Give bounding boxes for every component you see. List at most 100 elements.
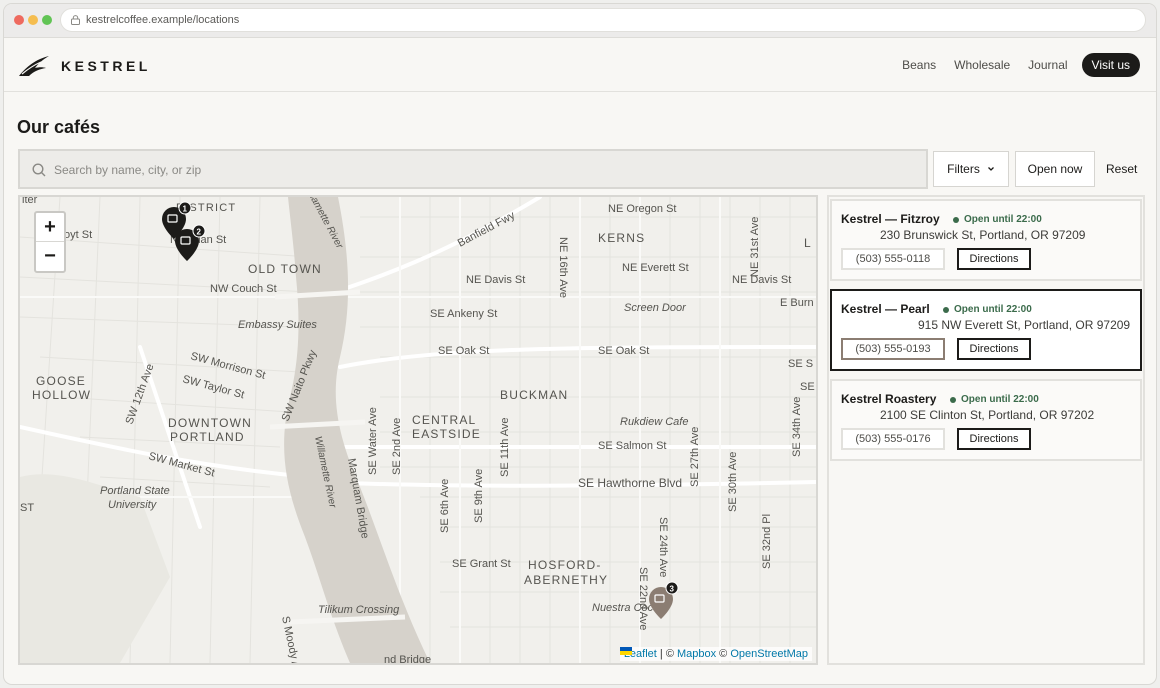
map-label-embassy: Embassy Suites (238, 319, 317, 331)
location-name: Kestrel — Pearl (841, 302, 930, 316)
location-name: Kestrel Roastery (841, 392, 937, 406)
map-label-oak2: SE Oak St (598, 345, 649, 357)
map-label-downtown: DOWNTOWN (168, 416, 252, 430)
map-label-hosford: HOSFORD- (528, 558, 602, 572)
open-now-toggle[interactable]: Open now (1015, 151, 1095, 187)
map-view[interactable]: DISTRICT NW Flan St OLD TOWN NW Couch St… (18, 195, 818, 665)
location-list: Kestrel — Fitzroy Open until 22:00 230 B… (827, 195, 1145, 665)
zoom-control: + − (34, 211, 66, 273)
zoom-out-button[interactable]: − (36, 242, 64, 271)
site-header: KESTREL Beans Wholesale Journal Visit us (4, 38, 1156, 92)
search-input[interactable] (54, 161, 914, 179)
map-label-ankeny: SE Ankeny St (430, 308, 497, 320)
location-card-fitzroy[interactable]: Kestrel — Fitzroy Open until 22:00 230 B… (830, 199, 1142, 281)
attribution-separator: © (716, 648, 731, 660)
map-label-bridge: nd Bridge (384, 654, 431, 663)
open-status: Open until 22:00 (943, 304, 1032, 315)
map-label-central: CENTRAL (412, 413, 476, 427)
map-label-portland: PORTLAND (170, 430, 245, 444)
map-label-ne-31st: NE 31st Ave (749, 217, 761, 277)
map-label-hoyt: oyt St (64, 229, 92, 241)
location-card-roastery[interactable]: Kestrel Roastery Open until 22:00 2100 S… (830, 379, 1142, 461)
map-label-se-27th: SE 27th Ave (689, 427, 701, 487)
url-text: kestrelcoffee.example/locations (86, 14, 240, 26)
lock-icon (71, 15, 80, 25)
map-label-edge-l: L (804, 236, 811, 250)
directions-button[interactable]: Directions (957, 338, 1031, 360)
kestrel-logo-icon[interactable] (18, 55, 50, 77)
map-label-edge-iter: iter (22, 197, 38, 206)
location-address: 230 Brunswick St, Portland, OR 97209 (880, 228, 1086, 242)
nav-link-beans[interactable]: Beans (902, 58, 936, 72)
osm-link[interactable]: OpenStreetMap (730, 648, 808, 660)
map-label-e-burn: E Burn (780, 297, 814, 309)
map-label-water-ave: SE Water Ave (367, 407, 379, 475)
map-label-tilikum: Tilikum Crossing (318, 604, 400, 616)
close-dot[interactable] (14, 15, 24, 25)
open-status-text: Open until 22:00 (961, 394, 1039, 405)
ukraine-flag-icon (619, 647, 632, 655)
minimize-dot[interactable] (28, 15, 38, 25)
map-label-ne-16th: NE 16th Ave (557, 237, 569, 298)
phone-button[interactable]: (503) 555-0193 (841, 338, 945, 360)
nav-link-journal[interactable]: Journal (1028, 58, 1067, 72)
map-label-se-32nd: SE 32nd Pl (761, 514, 773, 569)
map-label-se-22nd: SE 22nd Ave (637, 567, 649, 630)
marker-2-number: 2 (197, 228, 202, 237)
page-title: Our cafés (17, 117, 101, 137)
location-address: 2100 SE Clinton St, Portland, OR 97202 (880, 408, 1095, 422)
directions-button[interactable]: Directions (957, 428, 1031, 450)
open-status-text: Open until 22:00 (954, 304, 1032, 315)
open-status: Open until 22:00 (950, 394, 1039, 405)
address-bar[interactable]: kestrelcoffee.example/locations (60, 8, 1146, 32)
status-dot-icon (943, 306, 949, 313)
map-label-edge-se: SE (800, 381, 815, 393)
mapbox-link[interactable]: Mapbox (677, 648, 716, 660)
directions-button[interactable]: Directions (957, 248, 1031, 270)
open-now-label: Open now (1027, 162, 1083, 176)
status-dot-icon (950, 396, 956, 403)
map-label-se-6th: SE 6th Ave (439, 479, 451, 533)
phone-button[interactable]: (503) 555-0118 (841, 248, 945, 270)
map-label-edge-st: ST (20, 502, 34, 514)
chevron-down-icon (987, 167, 994, 171)
map-label-everett: NE Everett St (622, 262, 689, 274)
map-label-se-34th: SE 34th Ave (791, 397, 803, 457)
filters-label: Filters (947, 162, 980, 176)
map-label-nuestra: Nuestra Coc (592, 602, 654, 614)
map-label-psu: Portland State (100, 485, 170, 497)
reset-button[interactable]: Reset (1106, 162, 1137, 176)
map-label-goose: GOOSE (36, 374, 86, 388)
map-label-davis2: NE Davis St (732, 274, 791, 286)
zoom-in-button[interactable]: + (36, 213, 64, 242)
map-label-hollow: HOLLOW (32, 388, 91, 402)
brand-wordmark[interactable]: KESTREL (61, 58, 151, 74)
search-icon (32, 163, 46, 177)
maximize-dot[interactable] (42, 15, 52, 25)
filters-button[interactable]: Filters (933, 151, 1009, 187)
locator-toolbar: Filters Open now Reset (18, 149, 1142, 189)
map-label-davis: NE Davis St (466, 274, 525, 286)
map-tiles[interactable]: DISTRICT NW Flan St OLD TOWN NW Couch St… (20, 197, 816, 663)
map-label-salmon: SE Salmon St (598, 440, 666, 452)
map-label-university: University (108, 499, 158, 511)
visit-us-button[interactable]: Visit us (1081, 53, 1140, 77)
open-status-text: Open until 22:00 (964, 214, 1042, 225)
map-label-oregon: NE Oregon St (608, 203, 676, 215)
map-label-grant: SE Grant St (452, 558, 511, 570)
map-label-oak1: SE Oak St (438, 345, 489, 357)
map-label-abernethy: ABERNETHY (524, 573, 608, 587)
map-label-se-11th: SE 11th Ave (499, 417, 511, 477)
map-label-old-town: OLD TOWN (248, 262, 322, 276)
location-name: Kestrel — Fitzroy (841, 212, 940, 226)
map-label-se-2nd: SE 2nd Ave (391, 418, 403, 475)
location-card-pearl[interactable]: Kestrel — Pearl Open until 22:00 915 NW … (830, 289, 1142, 371)
map-label-hawthorne: SE Hawthorne Blvd (578, 476, 682, 490)
phone-button[interactable]: (503) 555-0176 (841, 428, 945, 450)
browser-window: kestrelcoffee.example/locations KESTREL … (4, 4, 1156, 684)
map-label-kerns: KERNS (598, 231, 645, 245)
nav-link-wholesale[interactable]: Wholesale (954, 58, 1010, 72)
map-label-rukdiew: Rukdiew Cafe (620, 416, 688, 428)
status-dot-icon (953, 216, 959, 223)
map-label-edge-se-s: SE S (788, 358, 813, 370)
